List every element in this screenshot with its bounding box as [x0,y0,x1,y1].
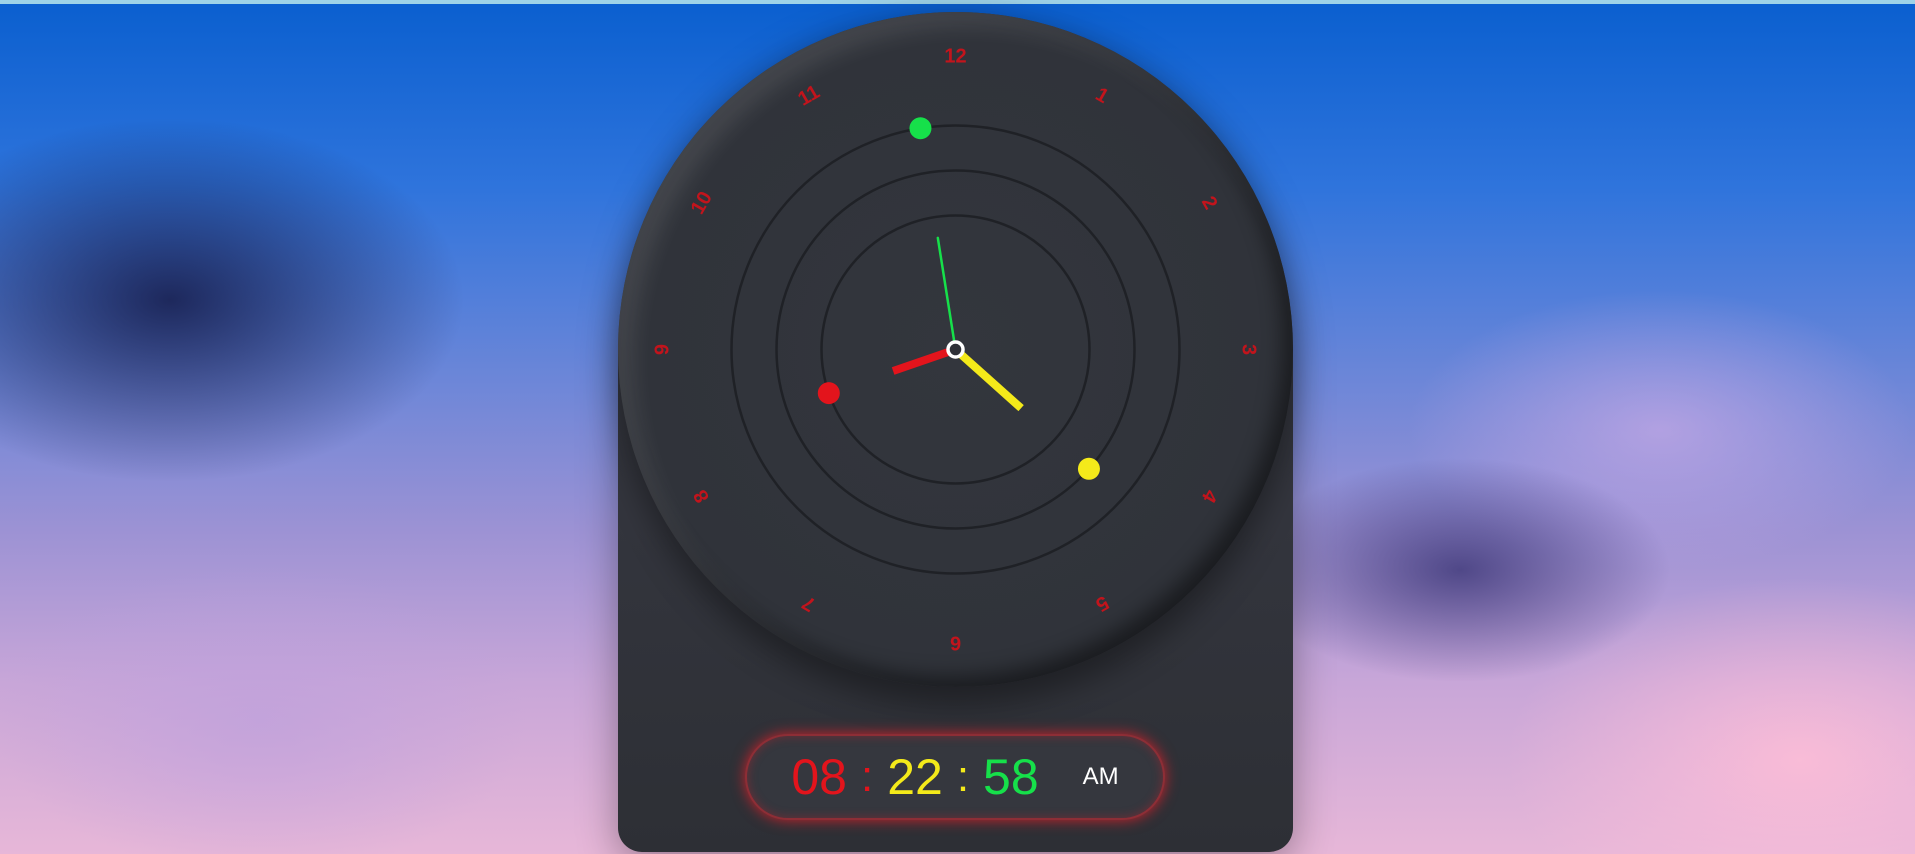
hour-hand [891,345,957,375]
minute-hand [952,346,1024,412]
minutes-seconds-separator: : [956,752,970,801]
hour-numeral-9: 9 [652,344,674,355]
minute-orbit-dot [1077,457,1100,480]
hour-numeral-12: 12 [944,46,966,68]
second-orbit-dot [909,117,932,140]
hour-numeral-10: 10 [687,188,717,218]
hour-numeral-7: 7 [799,591,820,616]
clock-face: 121234567891011 [652,46,1260,654]
hour-numeral-4: 4 [1197,486,1222,507]
hour-numeral-11: 11 [794,81,823,111]
hour-numeral-2: 2 [1197,193,1222,214]
hour-numeral-3: 3 [1238,344,1260,355]
hour-numeral-6: 6 [950,632,961,654]
second-hand [936,236,957,351]
window-top-strip [0,0,1915,4]
hour-numeral-1: 1 [1092,83,1113,108]
hour-orbit-dot [817,382,840,405]
center-pin [946,340,965,359]
hour-numeral-5: 5 [1092,591,1113,616]
am-pm-indicator: AM [1082,763,1119,790]
hour-numeral-8: 8 [689,486,714,507]
digital-minutes: 22 [887,749,943,805]
digital-clock-display: 08 : 22 : 58 AM [745,734,1165,820]
clock-hands [891,236,1024,412]
hours-minutes-separator: : [860,752,874,801]
digital-seconds: 58 [983,749,1039,805]
clock-dial: 12 1 2 3 4 5 6 7 8 9 10 11 [618,12,1293,687]
digital-hours: 08 [791,749,847,805]
